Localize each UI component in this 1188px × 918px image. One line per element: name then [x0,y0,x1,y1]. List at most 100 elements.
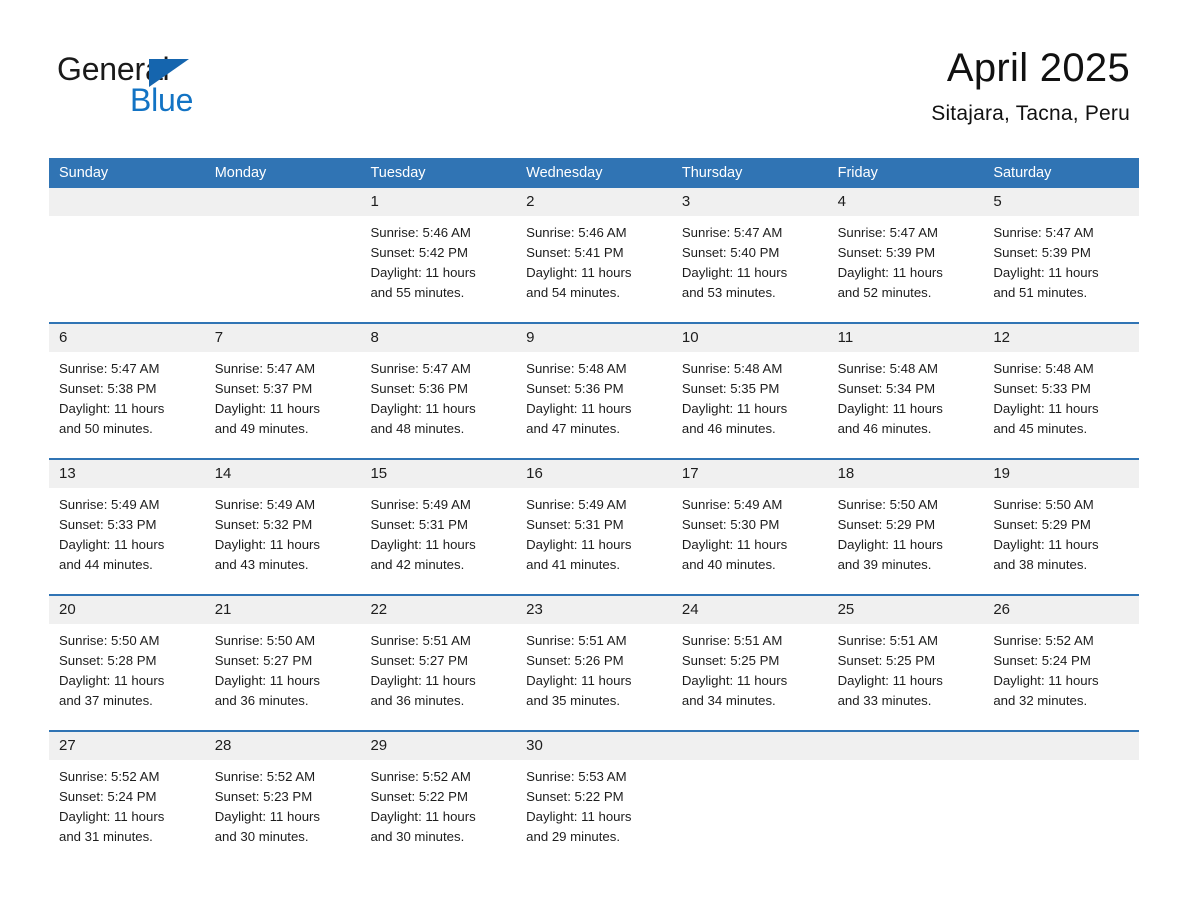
daylight-text-line2: and 38 minutes. [993,557,1088,572]
day-number[interactable]: 5 [983,188,1139,216]
weekday-header-wednesday: Wednesday [526,165,603,181]
day-number[interactable]: 6 [49,324,205,352]
daylight-text-line2: and 37 minutes. [59,693,153,708]
day-details: Sunrise: 5:52 AM Sunset: 5:23 PM Dayligh… [205,760,361,866]
day-number[interactable]: 21 [205,596,361,624]
day-number[interactable]: 15 [360,460,516,488]
day-number[interactable]: 16 [516,460,672,488]
day-number[interactable]: 19 [983,460,1139,488]
daylight-text-line1: Daylight: 11 hours [370,401,476,416]
daylight-text-line1: Daylight: 11 hours [214,809,321,824]
sunrise-text: Sunrise: 5:48 AM [837,361,939,376]
daylight-text-line2: and 51 minutes. [993,285,1088,300]
sunset-text: Sunset: 5:33 PM [993,381,1091,396]
day-number[interactable]: 12 [983,324,1139,352]
day-details [49,216,205,322]
day-number[interactable]: 9 [516,324,672,352]
daylight-text-line1: Daylight: 11 hours [59,401,165,416]
sunrise-text: Sunrise: 5:51 AM [681,633,783,648]
daylight-text-line1: Daylight: 11 hours [526,401,632,416]
sunrise-text: Sunrise: 5:46 AM [526,225,627,240]
day-number[interactable]: 25 [828,596,984,624]
sunrise-text: Sunrise: 5:49 AM [59,497,160,512]
day-details: Sunrise: 5:50 AM Sunset: 5:29 PM Dayligh… [983,488,1139,594]
general-blue-logo[interactable]: General Blue [57,50,257,122]
day-number[interactable]: 3 [672,188,828,216]
day-details: Sunrise: 5:51 AM Sunset: 5:27 PM Dayligh… [360,624,516,730]
sunset-text: Sunset: 5:32 PM [214,517,313,532]
day-details: Sunrise: 5:48 AM Sunset: 5:34 PM Dayligh… [828,352,984,458]
daylight-text-line1: Daylight: 11 hours [526,809,632,824]
week-detail-band: Sunrise: 5:50 AM Sunset: 5:28 PM Dayligh… [49,624,1139,730]
day-number[interactable] [672,732,828,760]
sunset-text: Sunset: 5:39 PM [837,245,936,260]
day-details: Sunrise: 5:47 AM Sunset: 5:39 PM Dayligh… [828,216,984,322]
day-number[interactable]: 28 [205,732,361,760]
daylight-text-line1: Daylight: 11 hours [993,401,1099,416]
sunset-text: Sunset: 5:42 PM [370,245,468,260]
sunset-text: Sunset: 5:28 PM [59,653,157,668]
day-number[interactable]: 20 [49,596,205,624]
daylight-text-line1: Daylight: 11 hours [370,537,476,552]
daylight-text-line2: and 54 minutes. [526,285,620,300]
sunset-text: Sunset: 5:34 PM [837,381,936,396]
day-number[interactable]: 14 [205,460,361,488]
day-number[interactable]: 8 [360,324,516,352]
day-number[interactable]: 27 [49,732,205,760]
day-number[interactable] [983,732,1139,760]
sunrise-text: Sunrise: 5:49 AM [526,497,627,512]
daylight-text-line2: and 49 minutes. [214,421,309,436]
daylight-text-line2: and 50 minutes. [59,421,153,436]
day-number[interactable]: 10 [672,324,828,352]
daylight-text-line1: Daylight: 11 hours [837,537,943,552]
day-number[interactable]: 13 [49,460,205,488]
sunrise-text: Sunrise: 5:53 AM [526,769,627,784]
day-number[interactable]: 11 [828,324,984,352]
daylight-text-line2: and 52 minutes. [837,285,932,300]
sunset-text: Sunset: 5:29 PM [993,517,1091,532]
sunrise-text: Sunrise: 5:48 AM [526,361,627,376]
day-details: Sunrise: 5:50 AM Sunset: 5:29 PM Dayligh… [828,488,984,594]
day-number[interactable] [205,188,361,216]
day-number[interactable]: 4 [828,188,984,216]
sunrise-text: Sunrise: 5:48 AM [993,361,1094,376]
day-details: Sunrise: 5:49 AM Sunset: 5:31 PM Dayligh… [516,488,672,594]
sunrise-text: Sunrise: 5:47 AM [370,361,471,376]
day-number[interactable]: 22 [360,596,516,624]
daylight-text-line2: and 32 minutes. [993,693,1088,708]
day-details: Sunrise: 5:50 AM Sunset: 5:27 PM Dayligh… [205,624,361,730]
day-number[interactable] [49,188,205,216]
week-date-band: 13 14 15 16 17 18 19 [49,460,1139,488]
sunrise-text: Sunrise: 5:52 AM [59,769,160,784]
sunrise-text: Sunrise: 5:47 AM [59,361,160,376]
weekday-header-sunday: Sunday [59,165,109,181]
day-number[interactable]: 24 [672,596,828,624]
day-number[interactable]: 23 [516,596,672,624]
sunrise-text: Sunrise: 5:52 AM [993,633,1094,648]
day-number[interactable]: 2 [516,188,672,216]
day-number[interactable]: 17 [672,460,828,488]
day-number[interactable]: 26 [983,596,1139,624]
sunrise-text: Sunrise: 5:49 AM [370,497,471,512]
daylight-text-line1: Daylight: 11 hours [837,401,943,416]
daylight-text-line2: and 55 minutes. [370,285,465,300]
day-number[interactable]: 18 [828,460,984,488]
sunset-text: Sunset: 5:27 PM [370,653,468,668]
day-details: Sunrise: 5:47 AM Sunset: 5:37 PM Dayligh… [205,352,361,458]
daylight-text-line2: and 35 minutes. [526,693,620,708]
day-number[interactable] [828,732,984,760]
daylight-text-line2: and 48 minutes. [370,421,465,436]
day-number[interactable]: 7 [205,324,361,352]
daylight-text-line1: Daylight: 11 hours [681,265,788,280]
sunrise-text: Sunrise: 5:47 AM [681,225,783,240]
sunset-text: Sunset: 5:38 PM [59,381,157,396]
week-date-band: 1 2 3 4 5 [49,188,1139,216]
calendar-table: Sunday Monday Tuesday Wednesday Thursday… [49,158,1139,866]
daylight-text-line2: and 40 minutes. [681,557,776,572]
day-number[interactable]: 29 [360,732,516,760]
day-number[interactable]: 30 [516,732,672,760]
sunset-text: Sunset: 5:37 PM [214,381,313,396]
week-date-band: 20 21 22 23 24 25 26 [49,596,1139,624]
daylight-text-line2: and 53 minutes. [681,285,776,300]
day-number[interactable]: 1 [360,188,516,216]
